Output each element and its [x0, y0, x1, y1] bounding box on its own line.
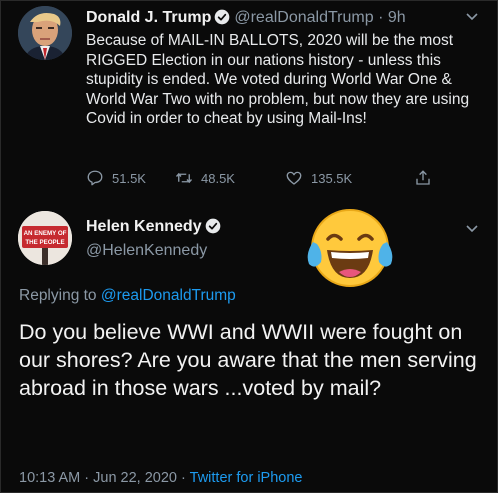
face-with-tears-of-joy-icon: [307, 209, 393, 287]
trump-portrait-icon: [18, 6, 72, 60]
retweet-count: 48.5K: [201, 170, 235, 186]
verified-badge-icon: [215, 9, 230, 25]
tweet-time[interactable]: 9h: [388, 9, 406, 26]
author-name[interactable]: Donald J. Trump: [86, 9, 211, 26]
author-handle[interactable]: @realDonaldTrump: [234, 9, 373, 26]
reply-author-name[interactable]: Helen Kennedy: [86, 218, 202, 235]
avatar-sign-line2: THE PEOPLE: [25, 239, 64, 246]
enemy-of-the-people-sign-icon: AN ENEMY OF THE PEOPLE: [18, 211, 72, 265]
replying-prefix: Replying to: [19, 287, 97, 304]
reply-source-link[interactable]: Twitter for iPhone: [190, 470, 303, 486]
reply-meta-line: 10:13 AM · Jun 22, 2020 · Twitter for iP…: [19, 470, 302, 486]
reply-button[interactable]: 51.5K: [86, 169, 146, 187]
heart-icon: [286, 171, 302, 185]
share-button[interactable]: [414, 169, 440, 187]
reply-author-line: Helen Kennedy: [86, 218, 221, 236]
verified-badge-icon: [205, 218, 220, 234]
chevron-down-icon[interactable]: [466, 13, 478, 21]
replying-to-line: Replying to @realDonaldTrump: [19, 287, 236, 305]
reply-timestamp[interactable]: 10:13 AM · Jun 22, 2020 ·: [19, 470, 186, 486]
trump-avatar[interactable]: [18, 6, 72, 60]
like-button[interactable]: 135.5K: [285, 169, 352, 187]
like-count: 135.5K: [311, 170, 353, 186]
share-icon: [416, 170, 430, 185]
reply-text: Do you believe WWI and WWII were fought …: [19, 320, 477, 400]
retweet-icon: [175, 172, 193, 184]
tweet-actions: 51.5K 48.5K 135.5K: [86, 169, 486, 193]
meta-separator: ·: [378, 9, 384, 26]
reply-icon: [87, 170, 103, 186]
chevron-down-icon[interactable]: [466, 225, 478, 233]
avatar-sign-line1: AN ENEMY OF: [24, 230, 67, 237]
reply-count: 51.5K: [112, 170, 146, 186]
tweet-text: Because of MAIL-IN BALLOTS, 2020 will be…: [86, 32, 470, 127]
retweet-button[interactable]: 48.5K: [175, 169, 235, 187]
tweet-author-line: Donald J. Trump @realDonaldTrump · 9h: [86, 9, 406, 27]
kennedy-avatar[interactable]: AN ENEMY OF THE PEOPLE: [18, 211, 72, 265]
replying-to-link[interactable]: @realDonaldTrump: [101, 287, 236, 304]
reply-author-handle[interactable]: @HelenKennedy: [86, 242, 207, 260]
